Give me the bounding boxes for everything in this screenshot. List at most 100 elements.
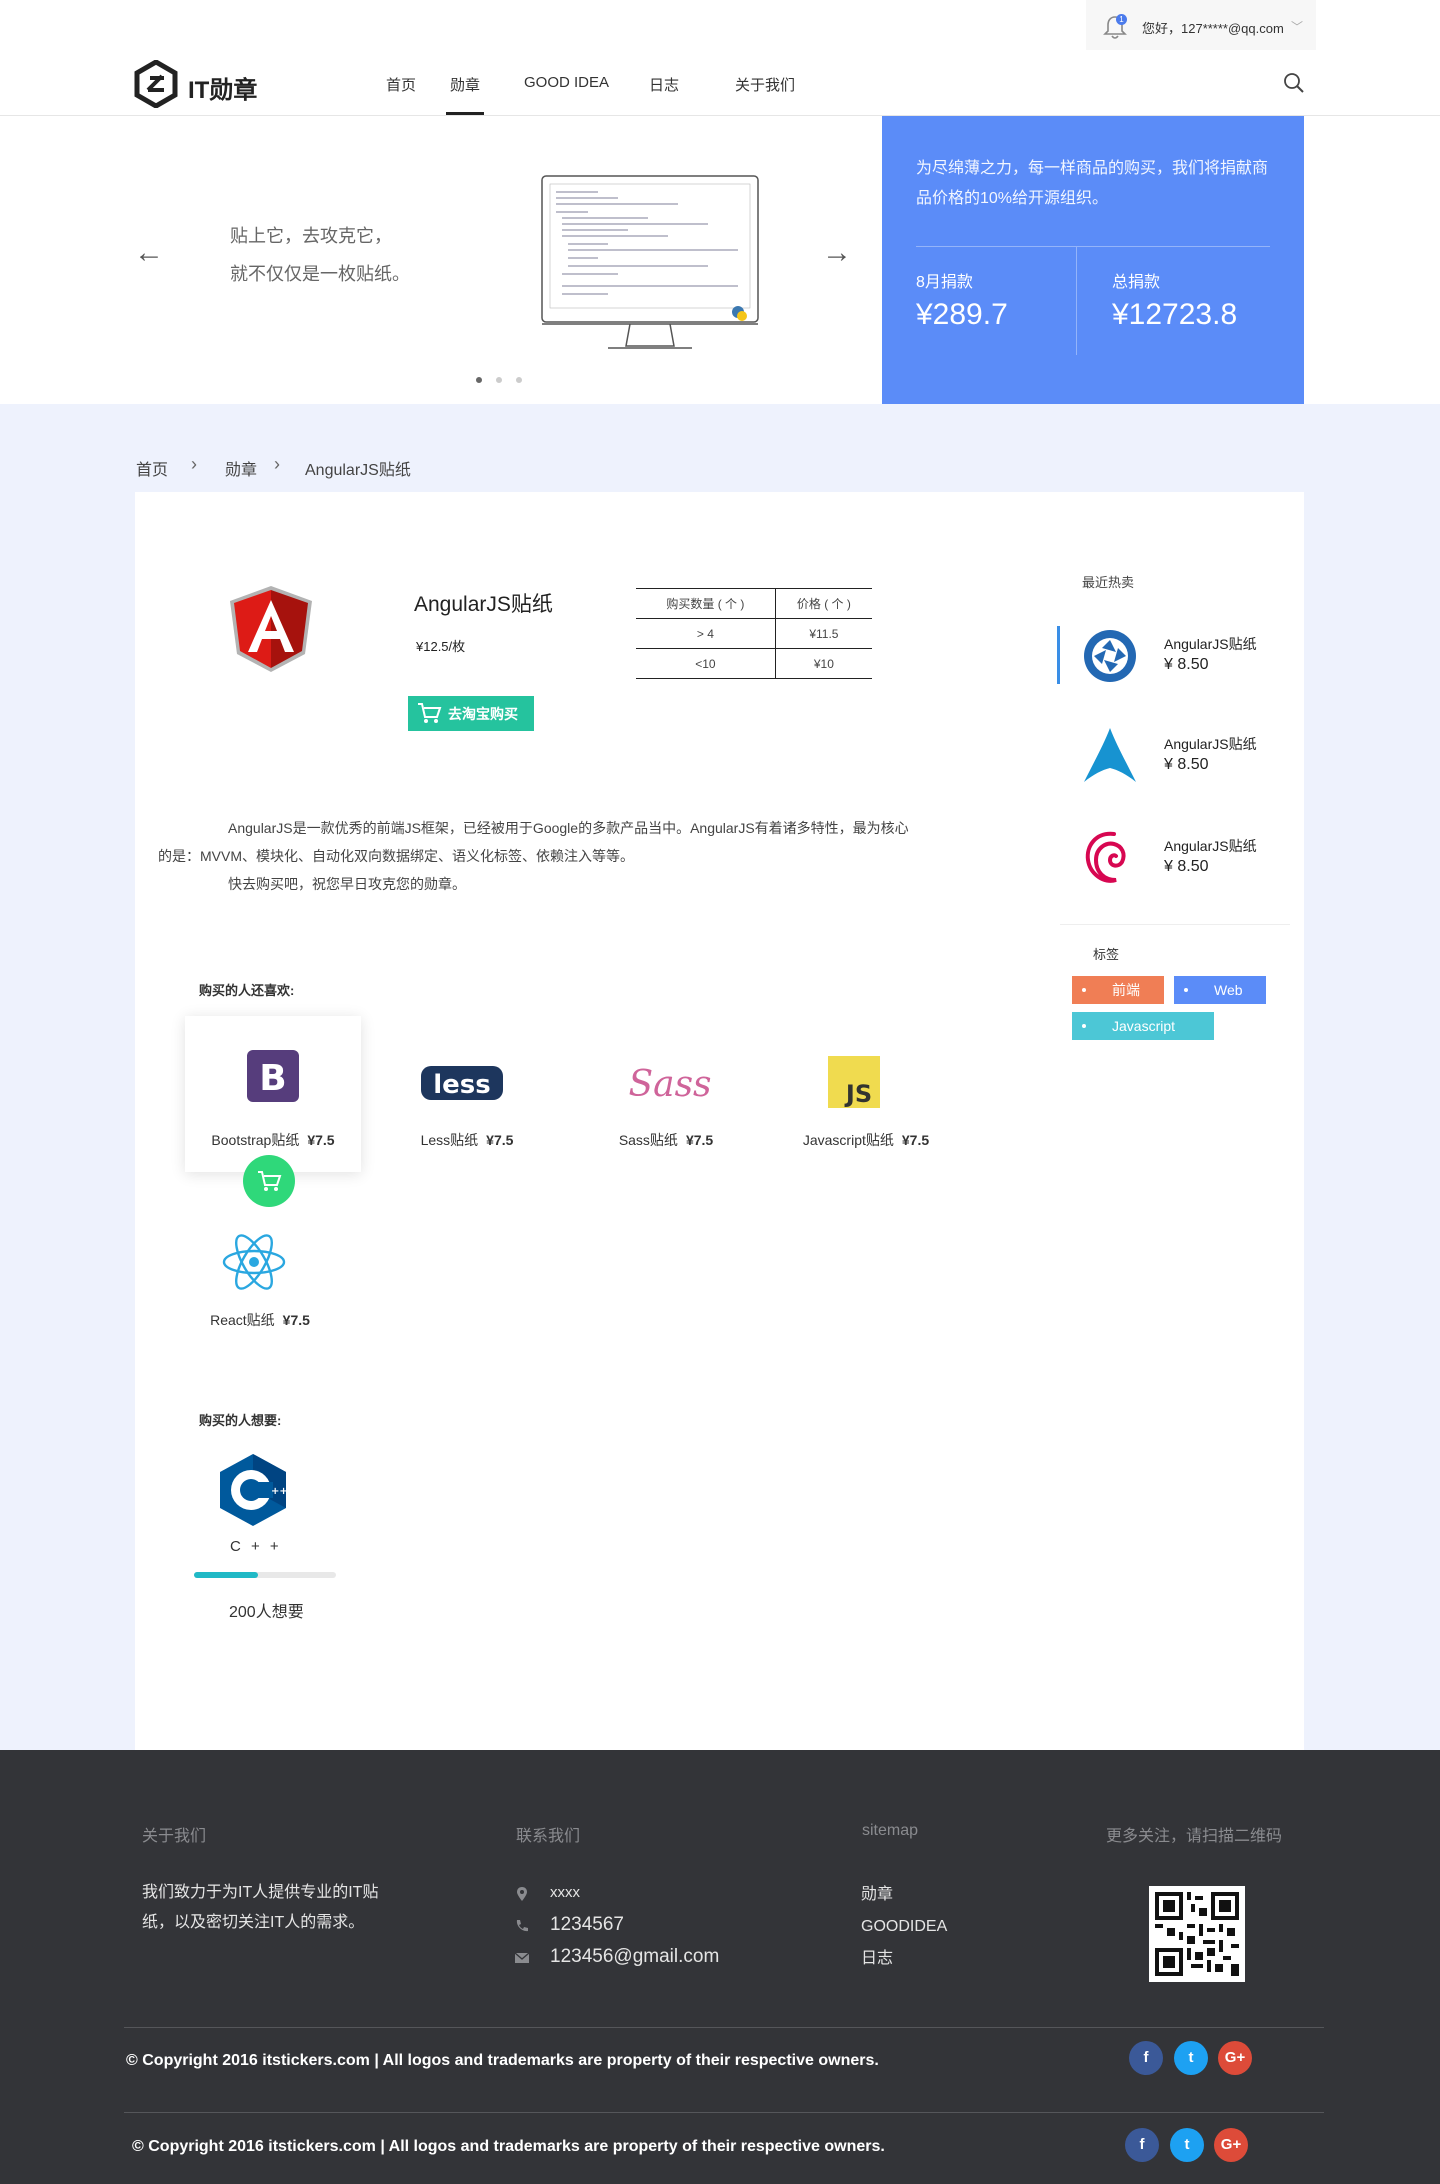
hot-item[interactable]: AngularJS贴纸 ¥ 8.50	[1080, 626, 1280, 696]
table-cell: ¥10	[775, 648, 872, 679]
footer-email[interactable]: 123456@gmail.com	[550, 1942, 719, 1972]
nav-about[interactable]: 关于我们	[735, 74, 795, 95]
divider	[124, 2027, 1324, 2028]
bulk-price-table: 购买数量 ( 个 ) 价格 ( 个 ) > 4 ¥11.5 <10 ¥10	[636, 588, 872, 679]
svg-text:Sass: Sass	[628, 1064, 711, 1105]
google-plus-icon[interactable]: G+	[1214, 2128, 1248, 2162]
rec-item-price: ¥7.5	[486, 1132, 514, 1148]
rec-item-less[interactable]: less Less贴纸 ¥7.5	[379, 1016, 555, 1172]
table-header-qty: 购买数量 ( 个 )	[636, 588, 776, 619]
shutter-icon	[1084, 630, 1136, 682]
also-liked-title: 购买的人还喜欢:	[199, 983, 295, 998]
tag-frontend[interactable]: 前端	[1072, 976, 1164, 1004]
divider	[1060, 924, 1290, 925]
buy-taobao-label: 去淘宝购买	[448, 705, 518, 722]
facebook-icon[interactable]: f	[1125, 2128, 1159, 2162]
description-line: 的是：MVVM、模块化、自动化双向数据绑定、语义化标签、依赖注入等等。	[158, 848, 634, 864]
chevron-down-icon[interactable]: ﹀	[1291, 18, 1303, 35]
month-donation-label: 8月捐款	[916, 274, 973, 291]
nav-active-indicator	[446, 112, 484, 115]
nav-home[interactable]: 首页	[386, 74, 416, 95]
tag-javascript[interactable]: Javascript	[1072, 1012, 1214, 1040]
hot-item-active-indicator	[1057, 626, 1060, 684]
rec-item-bootstrap[interactable]: B Bootstrap贴纸 ¥7.5	[185, 1016, 361, 1172]
table-row: > 4 ¥11.5	[636, 618, 872, 649]
qr-code-image	[1155, 1892, 1239, 1976]
arrow-left-icon[interactable]: ←	[134, 236, 164, 270]
twitter-icon[interactable]: t	[1174, 2041, 1208, 2075]
search-icon[interactable]	[1283, 72, 1305, 94]
footer-phone: 1234567	[550, 1914, 624, 1935]
breadcrumb-badges[interactable]: 勋章	[225, 456, 257, 480]
footer-address: xxxx	[550, 1884, 580, 1901]
product-price: ¥12.5/枚	[416, 639, 466, 654]
copyright-text: © Copyright 2016 itstickers.com | All lo…	[126, 2052, 879, 2069]
carousel-dot-1[interactable]	[476, 377, 482, 383]
table-row: <10 ¥10	[636, 648, 872, 679]
carousel-dot-3[interactable]	[516, 377, 522, 383]
divider	[1076, 247, 1077, 355]
carousel-dot-2[interactable]	[496, 377, 502, 383]
footer-sitemap-link[interactable]: 日志	[861, 1944, 893, 1974]
wanted-item-name: C + +	[230, 1538, 282, 1555]
debian-icon	[1085, 831, 1126, 883]
logo-text[interactable]: IT勋章	[188, 70, 257, 105]
footer-about-title: 关于我们	[142, 1828, 207, 1845]
donation-panel: 为尽绵薄之力，每一样商品的购买，我们将捐献商品价格的10%给开源组织。 8月捐款…	[882, 116, 1304, 404]
rec-item-sass[interactable]: Sass Sass贴纸 ¥7.5	[578, 1016, 754, 1172]
product-description: AngularJS是一款优秀的前端JS框架，已经被用于Google的多款产品当中…	[158, 814, 920, 898]
google-plus-icon[interactable]: G+	[1218, 2041, 1252, 2075]
nav-good-idea[interactable]: GOOD IDEA	[524, 74, 609, 91]
product-title: AngularJS贴纸	[414, 593, 553, 616]
donation-text: 为尽绵薄之力，每一样商品的购买，我们将捐献商品价格的10%给开源组织。	[916, 160, 1269, 207]
buy-taobao-button[interactable]: 去淘宝购买	[408, 696, 534, 731]
logo-icon[interactable]	[134, 60, 178, 108]
javascript-icon: JS	[828, 1056, 880, 1108]
nav-badges[interactable]: 勋章	[450, 74, 480, 95]
rec-item-name: Bootstrap贴纸	[211, 1132, 300, 1148]
rec-item-javascript[interactable]: JS Javascript贴纸 ¥7.5	[778, 1016, 954, 1172]
phone-icon	[516, 1920, 528, 1932]
rec-item-name: Javascript贴纸	[802, 1132, 894, 1148]
breadcrumb-home[interactable]: 首页	[136, 456, 168, 480]
monitor-illustration	[541, 175, 759, 349]
month-donation-value: ¥289.7	[916, 298, 1008, 331]
nav-log[interactable]: 日志	[649, 74, 679, 95]
location-icon	[517, 1887, 527, 1901]
arch-icon	[1084, 728, 1136, 782]
wanted-title: 购买的人想要:	[199, 1413, 282, 1428]
hot-item[interactable]: AngularJS贴纸 ¥ 8.50	[1080, 828, 1280, 898]
footer-qr-title: 更多关注，请扫描二维码	[1106, 1828, 1283, 1845]
svg-text:B: B	[259, 1058, 286, 1099]
less-icon: less	[421, 1066, 503, 1100]
table-cell: <10	[636, 648, 776, 679]
rec-item-price: ¥7.5	[685, 1132, 714, 1148]
footer-sitemap-link[interactable]: 勋章	[861, 1880, 893, 1910]
rec-item-label: Less贴纸 ¥7.5	[379, 1130, 555, 1150]
facebook-icon[interactable]: f	[1129, 2041, 1163, 2075]
hot-item[interactable]: AngularJS贴纸 ¥ 8.50	[1080, 726, 1280, 796]
rec-item-name: React贴纸	[210, 1312, 275, 1328]
rec-item-label: React贴纸 ¥7.5	[172, 1310, 348, 1330]
tag-web[interactable]: Web	[1174, 976, 1266, 1004]
tags-title: 标签	[1093, 947, 1120, 962]
breadcrumb-current: AngularJS贴纸	[305, 462, 411, 479]
arrow-right-icon[interactable]: →	[822, 236, 852, 270]
hot-item-price: ¥ 8.50	[1164, 756, 1209, 773]
rec-item-react[interactable]: React贴纸 ¥7.5	[172, 1218, 348, 1374]
footer-sitemap-link[interactable]: GOODIDEA	[861, 1912, 947, 1942]
cart-icon	[258, 1171, 282, 1191]
twitter-icon[interactable]: t	[1170, 2128, 1204, 2162]
user-greeting[interactable]: 您好，127*****@qq.com	[1142, 18, 1284, 37]
table-cell: > 4	[636, 618, 776, 649]
svg-text:++: ++	[271, 1486, 288, 1497]
carousel-dots	[476, 370, 536, 388]
total-donation-value: ¥12723.8	[1112, 298, 1238, 331]
chevron-right-icon: ›	[274, 454, 280, 474]
hot-item-price: ¥ 8.50	[1164, 858, 1209, 875]
add-to-cart-button[interactable]	[243, 1155, 295, 1207]
rec-item-price: ¥7.5	[901, 1132, 930, 1148]
cpp-icon[interactable]: ++	[218, 1452, 288, 1528]
hot-item-name: AngularJS贴纸	[1164, 736, 1257, 752]
hot-item-name: AngularJS贴纸	[1164, 838, 1257, 854]
